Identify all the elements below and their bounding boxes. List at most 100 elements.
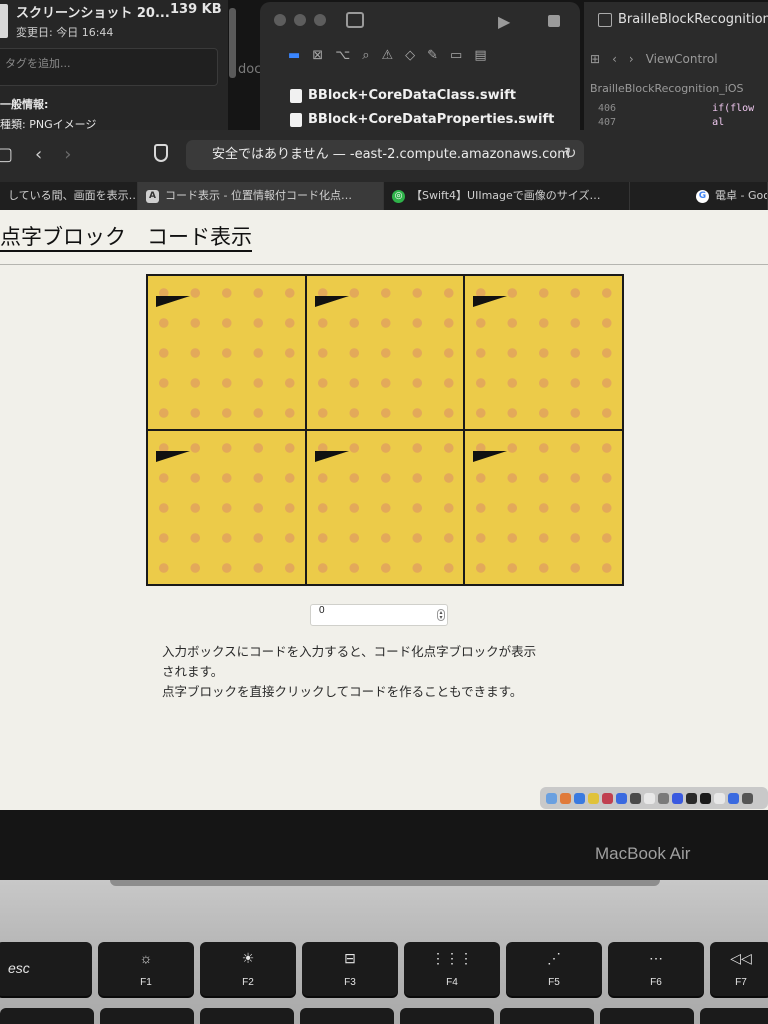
f4-key[interactable]: ⋮⋮⋮ F4 [404, 942, 500, 996]
braille-tile[interactable] [306, 276, 464, 429]
browser-tab[interactable]: している間、画面を表示… [0, 182, 138, 210]
forward-icon[interactable]: › [64, 144, 71, 165]
minimize-window-button[interactable] [294, 14, 306, 26]
f7-key[interactable]: ◁◁ F7 [710, 942, 768, 996]
file-icon [0, 4, 8, 38]
app-icon[interactable] [714, 792, 725, 804]
mission-control-icon: ⊟ [344, 950, 356, 966]
tab-title: している間、画面を表示… [8, 189, 138, 202]
breakpoint-icon[interactable]: ▭ [450, 48, 462, 63]
stop-icon[interactable] [548, 15, 560, 27]
hierarchy-icon[interactable]: ⌥ [335, 48, 350, 63]
key[interactable] [300, 1008, 394, 1024]
app-icon[interactable] [602, 792, 613, 804]
app-store-icon[interactable] [616, 792, 627, 804]
app-icon[interactable] [700, 792, 711, 804]
f3-key[interactable]: ⊟ F3 [302, 942, 398, 996]
grid-icon[interactable]: ⊞ [590, 52, 600, 66]
f1-key[interactable]: ☼ F1 [98, 942, 194, 996]
stepper-arrows-icon[interactable]: ▴ ▾ [437, 609, 445, 621]
rewind-icon: ◁◁ [730, 950, 752, 966]
f2-key[interactable]: ☀ F2 [200, 942, 296, 996]
issue-icon[interactable]: ⚠ [381, 48, 393, 63]
brightness-up-icon: ☀ [241, 950, 255, 966]
swift-file-icon [290, 88, 302, 103]
key[interactable] [400, 1008, 494, 1024]
sidebar-toggle-icon[interactable] [346, 12, 364, 28]
key[interactable] [100, 1008, 194, 1024]
sidebar-icon[interactable]: ▢ [0, 144, 13, 165]
close-window-button[interactable] [274, 14, 286, 26]
report-icon[interactable]: ▤ [474, 48, 486, 63]
project-name: BrailleBlockRecognition_iOS [618, 12, 768, 27]
folder-icon[interactable]: ▬ [288, 48, 300, 63]
project-title: BrailleBlockRecognition_iOS [598, 12, 768, 27]
app-icon[interactable] [658, 792, 669, 804]
tags-field[interactable]: タグを追加... [0, 48, 218, 86]
terminal-icon[interactable] [686, 792, 697, 804]
app-icon[interactable] [630, 792, 641, 804]
project-file-name: BBlock+CoreDataClass.swift [308, 88, 516, 103]
app-icon[interactable] [588, 792, 599, 804]
braille-tile[interactable] [306, 431, 464, 584]
scrollbar[interactable] [229, 8, 236, 78]
key-label: F1 [140, 977, 152, 988]
jump-bar: BrailleBlockRecognition_iOS [590, 82, 743, 95]
back-icon[interactable]: ‹ [612, 52, 617, 66]
code-editor[interactable]: 406 if(flow 407 al [598, 102, 754, 130]
key-label: F6 [650, 977, 662, 988]
key[interactable] [700, 1008, 768, 1024]
project-file-row[interactable]: BBlock+CoreDataClass.swift [290, 88, 516, 103]
zoom-window-button[interactable] [314, 14, 326, 26]
finder-icon[interactable] [546, 792, 557, 804]
orientation-marker-icon [156, 451, 190, 462]
jump-bar-item[interactable]: BrailleBlockRecognition_iOS [590, 82, 743, 95]
key[interactable] [200, 1008, 294, 1024]
orientation-marker-icon [156, 296, 190, 307]
esc-key[interactable]: esc [0, 942, 92, 996]
code-input[interactable]: 0 [310, 604, 448, 626]
safari-icon[interactable] [574, 792, 585, 804]
braille-tile[interactable] [148, 431, 305, 584]
debug-icon[interactable]: ✎ [427, 48, 438, 63]
project-file-row[interactable]: BBlock+CoreDataProperties.swift [290, 112, 554, 127]
key[interactable] [600, 1008, 694, 1024]
navigator-bar: ▬ ⊠ ⌥ ⌕ ⚠ ◇ ✎ ▭ ▤ [288, 48, 487, 63]
address-bar[interactable]: 安全ではありません — -east-2.compute.amazonaws.co… [186, 140, 584, 170]
run-icon[interactable]: ▶ [498, 12, 510, 31]
app-icon[interactable] [560, 792, 571, 804]
f5-key[interactable]: ⋰ F5 [506, 942, 602, 996]
braille-tile[interactable] [465, 431, 622, 584]
app-icon[interactable] [728, 792, 739, 804]
general-section-header[interactable]: 一般情報: [0, 96, 48, 112]
trash-icon[interactable] [742, 792, 753, 804]
key[interactable] [500, 1008, 594, 1024]
app-icon[interactable] [644, 792, 655, 804]
browser-tab[interactable]: ◎ 【Swift4】UIImageで画像のサイズ… [384, 182, 630, 210]
browser-tab-active[interactable]: A コード表示 - 位置情報付コード化点… [138, 182, 384, 210]
privacy-shield-icon[interactable] [154, 144, 168, 162]
line-number: 407 [598, 117, 617, 128]
dock [540, 787, 768, 809]
test-icon[interactable]: ◇ [405, 48, 415, 63]
braille-block-grid [146, 274, 624, 586]
brightness-down-icon: ☼ [139, 950, 153, 966]
xcode-icon[interactable] [672, 792, 683, 804]
function-key-row: esc ☼ F1 ☀ F2 ⊟ F3 ⋮⋮⋮ F4 ⋰ F5 ⋯ F6 ◁◁ F… [0, 942, 768, 996]
window-controls [274, 14, 326, 26]
f6-key[interactable]: ⋯ F6 [608, 942, 704, 996]
code-text: if(flow [712, 103, 755, 114]
back-icon[interactable]: ‹ [35, 144, 42, 165]
reload-icon[interactable]: ↻ [564, 144, 577, 162]
tab-favicon: ◎ [392, 189, 405, 203]
browser-tab[interactable]: G 電卓 - Goo [630, 182, 768, 210]
braille-tile[interactable] [148, 276, 305, 429]
orientation-marker-icon [473, 296, 508, 307]
braille-tile[interactable] [465, 276, 622, 429]
editor-tab[interactable]: ViewControl [646, 52, 718, 66]
source-control-icon[interactable]: ⊠ [312, 48, 323, 63]
key[interactable] [0, 1008, 94, 1024]
finder-info-window: スクリーンショット 20... 139 KB 変更日: 今日 16:44 タグを… [0, 0, 228, 131]
forward-icon[interactable]: › [629, 52, 634, 66]
find-icon[interactable]: ⌕ [362, 48, 369, 63]
